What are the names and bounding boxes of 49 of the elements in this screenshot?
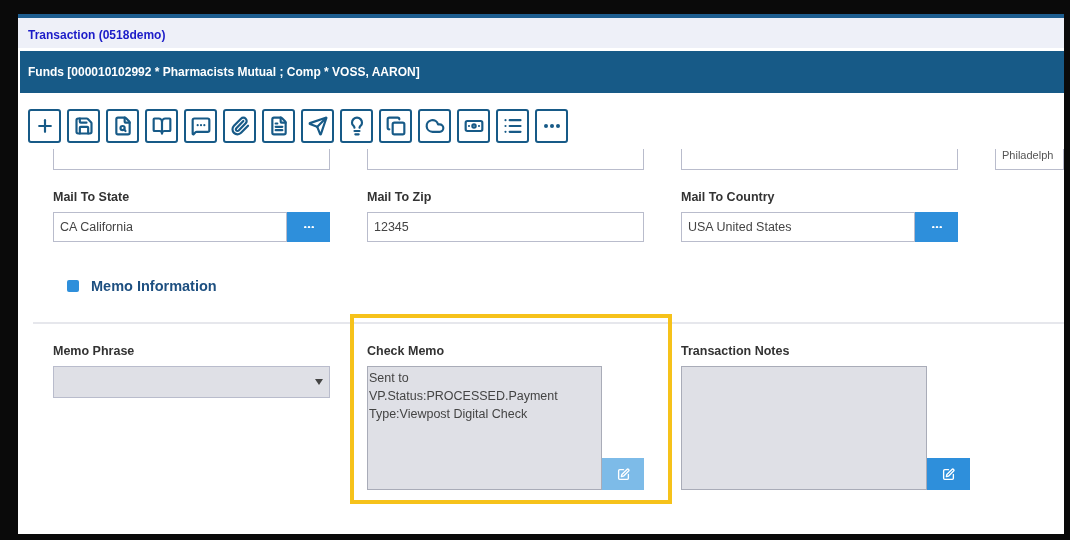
input-field[interactable]: USA United States <box>681 212 915 242</box>
edit-button[interactable] <box>927 458 970 490</box>
edit-icon <box>942 467 955 481</box>
input-field[interactable] <box>53 149 330 170</box>
paperclip-button[interactable] <box>223 109 256 143</box>
more-icon <box>303 225 314 229</box>
dropdown-field[interactable] <box>53 366 330 398</box>
input-field[interactable] <box>681 149 958 170</box>
copy-icon <box>385 116 406 136</box>
more-button[interactable] <box>535 109 568 143</box>
section-title: Memo Information <box>91 278 217 294</box>
lightbulb-button[interactable] <box>340 109 373 143</box>
more-icon <box>931 225 942 229</box>
floppy-disk-button[interactable] <box>67 109 100 143</box>
paperclip-icon <box>229 116 250 136</box>
section-icon <box>67 280 79 292</box>
plus-button[interactable] <box>28 109 61 143</box>
banknote-button[interactable] <box>457 109 490 143</box>
more-icon <box>543 124 560 128</box>
record-title: Funds [000010102992 * Pharmacists Mutual ; Comp * VOSS, AARON] <box>28 65 420 79</box>
paper-plane-button[interactable] <box>301 109 334 143</box>
cloud-icon <box>424 116 445 136</box>
input-field[interactable]: 12345 <box>367 212 644 242</box>
open-book-icon <box>151 116 172 136</box>
document-button[interactable] <box>262 109 295 143</box>
document-search-icon <box>112 116 133 136</box>
open-book-button[interactable] <box>145 109 178 143</box>
input-field[interactable]: CA California <box>53 212 287 242</box>
speech-bubble-button[interactable] <box>184 109 217 143</box>
field-label: Mail To Zip <box>367 190 433 204</box>
input-field[interactable] <box>367 149 644 170</box>
field-label: Mail To State <box>53 190 131 204</box>
window-title: Transaction (0518demo) <box>28 28 166 42</box>
field-label: Mail To Country <box>681 190 776 204</box>
list-button[interactable] <box>496 109 529 143</box>
paper-plane-icon <box>307 116 328 136</box>
dropdown-arrow-icon <box>315 379 323 385</box>
field-label: Check Memo <box>367 344 446 358</box>
text-area[interactable]: Sent to VP.Status:PROCESSED.Payment Type:Viewpost Digital Check <box>367 366 603 490</box>
field-label: Memo Phrase <box>53 344 136 358</box>
list-icon <box>502 116 523 136</box>
field-label: Transaction Notes <box>681 344 791 358</box>
document-icon <box>268 116 289 136</box>
copy-button[interactable] <box>379 109 412 143</box>
document-search-button[interactable] <box>106 109 139 143</box>
input-field[interactable]: Philadelph <box>995 149 1064 170</box>
speech-bubble-icon <box>190 116 211 136</box>
edit-icon <box>616 467 630 481</box>
cloud-button[interactable] <box>418 109 451 143</box>
